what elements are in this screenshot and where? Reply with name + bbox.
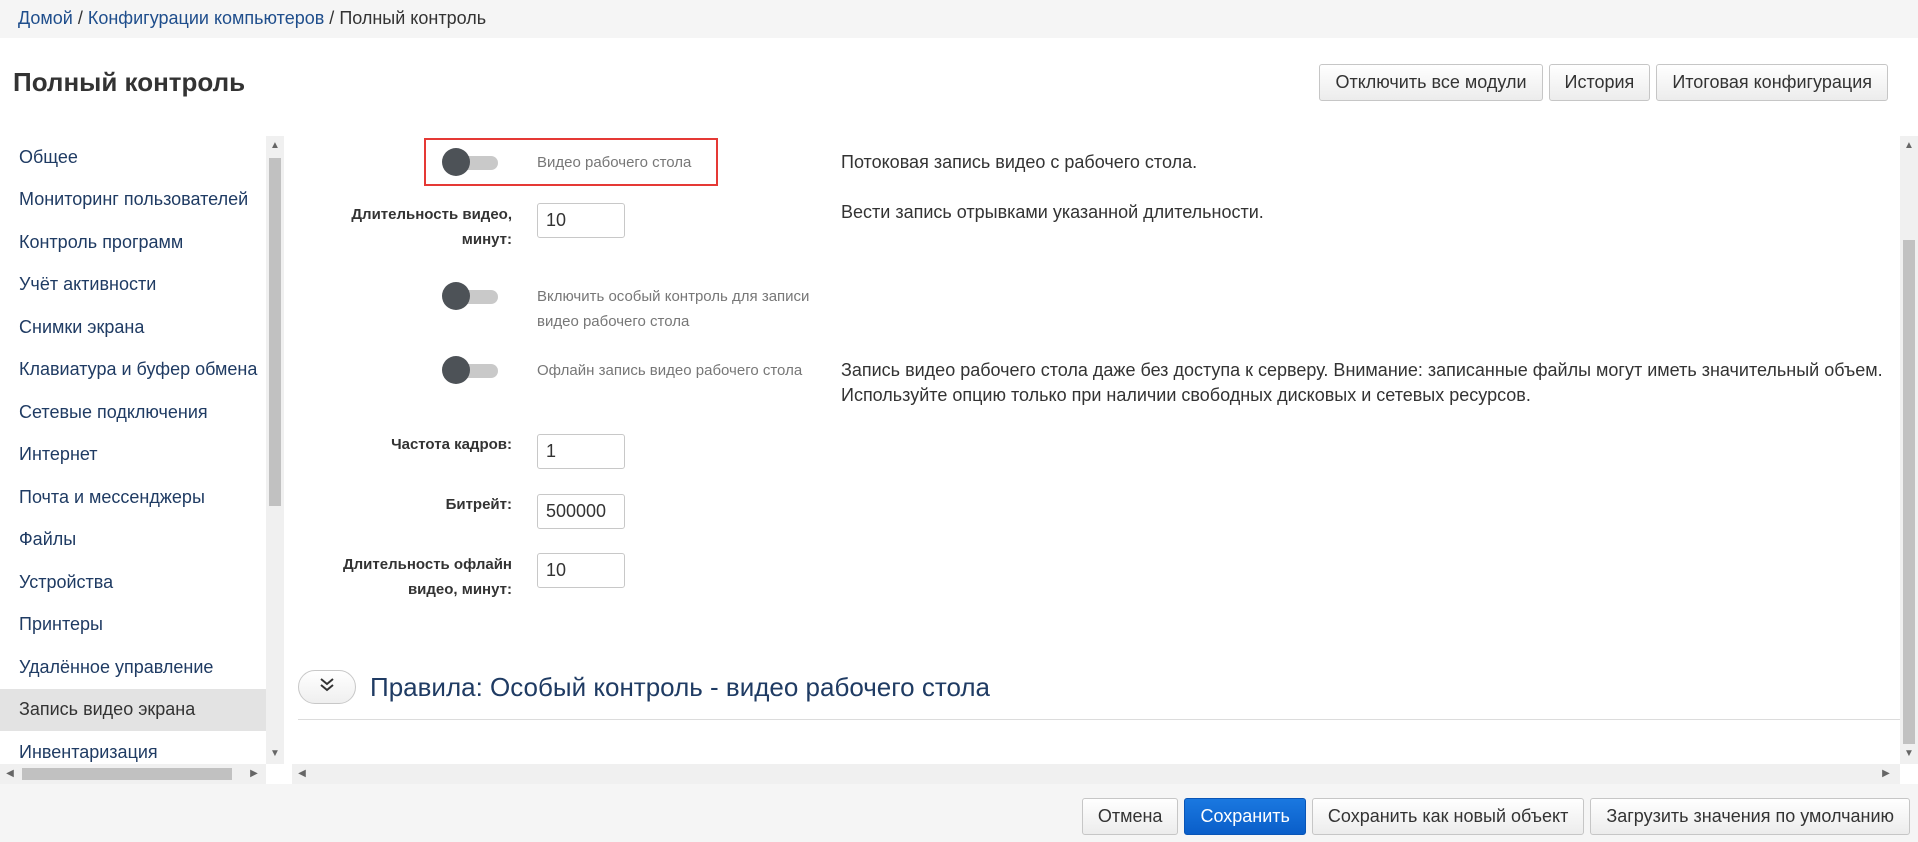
offline-recording-toggle[interactable] [442, 356, 498, 384]
scroll-up-arrow-icon[interactable]: ▲ [1903, 140, 1915, 152]
bitrate-label: Битрейт: [445, 496, 512, 513]
offline-duration-label-line2: видео, минут: [407, 581, 512, 598]
scroll-down-arrow-icon[interactable]: ▼ [269, 748, 281, 760]
breadcrumb: Домой / Конфигурации компьютеров / Полный ко… [18, 8, 486, 29]
rules-section-header: Правила: Особый контроль - видео рабочег… [298, 670, 1900, 720]
scroll-up-arrow-icon[interactable]: ▲ [269, 140, 281, 152]
scroll-down-arrow-icon[interactable]: ▼ [1903, 748, 1915, 760]
sidebar-item-screen-recording[interactable]: Запись видео экрана [0, 688, 266, 731]
breadcrumb-home-link[interactable]: Домой [18, 8, 73, 28]
offline-duration-label-line1: Длительность офлайн [342, 556, 512, 573]
history-button[interactable]: История [1548, 64, 1651, 101]
page-title: Полный контроль [13, 67, 246, 97]
special-control-label: Включить особый контроль для записи виде… [537, 284, 817, 334]
sidebar-item-screenshots[interactable]: Снимки экрана [0, 306, 266, 349]
rules-title: Правила: Особый контроль - видео рабочег… [370, 672, 990, 702]
offline-recording-label: Офлайн запись видео рабочего стола [537, 362, 803, 379]
sidebar-item-inventory[interactable]: Инвентаризация [0, 731, 266, 764]
sidebar-vertical-scrollbar[interactable]: ▲ ▼ [266, 136, 284, 764]
sidebar-item-general[interactable]: Общее [0, 136, 266, 179]
toggle-knob [442, 356, 470, 384]
save-button[interactable]: Сохранить [1184, 798, 1306, 835]
offline-duration-label: Длительность офлайн видео, минут: [292, 552, 512, 602]
settings-panel: Видео рабочего стола Потоковая запись ви… [292, 136, 1900, 764]
scroll-right-arrow-icon[interactable]: ▶ [1880, 768, 1892, 780]
sidebar-horizontal-scroll-thumb[interactable] [22, 768, 232, 780]
double-chevron-down-icon [319, 677, 335, 697]
disable-all-modules-button[interactable]: Отключить все модули [1319, 64, 1543, 101]
scroll-left-arrow-icon[interactable]: ◀ [296, 768, 308, 780]
breadcrumb-current: Полный контроль [339, 8, 487, 28]
sidebar: Общее Мониторинг пользователей Контроль … [0, 136, 284, 784]
sidebar-item-internet[interactable]: Интернет [0, 434, 266, 477]
bitrate-input[interactable] [537, 494, 625, 529]
sidebar-vertical-scroll-thumb[interactable] [269, 158, 281, 506]
offline-recording-description: Запись видео рабочего стола даже без дос… [841, 358, 1883, 408]
sidebar-item-network[interactable]: Сетевые подключения [0, 391, 266, 434]
content-horizontal-scrollbar[interactable]: ◀ ▶ [292, 764, 1900, 784]
sidebar-item-activity[interactable]: Учёт активности [0, 264, 266, 307]
frame-rate-label: Частота кадров: [391, 436, 512, 453]
sidebar-item-printers[interactable]: Принтеры [0, 604, 266, 647]
frame-rate-input[interactable] [537, 434, 625, 469]
sidebar-item-mail-messengers[interactable]: Почта и мессенджеры [0, 476, 266, 519]
breadcrumb-separator: / [329, 8, 335, 28]
toggle-knob [442, 148, 470, 176]
cancel-button[interactable]: Отмена [1081, 798, 1179, 835]
rules-expand-button[interactable] [298, 670, 356, 704]
video-duration-input[interactable] [537, 203, 625, 238]
special-control-label-line1: Включить особый контроль для записи [537, 288, 810, 305]
sidebar-horizontal-scrollbar[interactable]: ◀ ▶ [0, 764, 266, 784]
video-duration-label-line2: минут: [461, 231, 512, 248]
video-duration-label-line1: Длительность видео, [351, 206, 512, 223]
breadcrumb-configs-link[interactable]: Конфигурации компьютеров [88, 8, 324, 28]
content-vertical-scroll-thumb[interactable] [1903, 240, 1915, 744]
breadcrumb-separator: / [77, 8, 83, 28]
scroll-right-arrow-icon[interactable]: ▶ [248, 768, 260, 780]
desktop-video-toggle[interactable] [442, 148, 498, 176]
scroll-left-arrow-icon[interactable]: ◀ [4, 768, 16, 780]
offline-recording-description-line2: Используйте опцию только при наличии сво… [841, 385, 1531, 405]
desktop-video-label: Видео рабочего стола [537, 154, 692, 171]
sidebar-list: Общее Мониторинг пользователей Контроль … [0, 136, 266, 764]
toggle-knob [442, 282, 470, 310]
content-vertical-scrollbar[interactable]: ▲ ▼ [1900, 136, 1918, 764]
save-as-new-button[interactable]: Сохранить как новый объект [1311, 798, 1585, 835]
sidebar-item-user-monitoring[interactable]: Мониторинг пользователей [0, 179, 266, 222]
special-control-label-line2: видео рабочего стола [537, 313, 690, 330]
offline-duration-input[interactable] [537, 553, 625, 588]
footer-bar: Отмена Сохранить Сохранить как новый объ… [0, 784, 1918, 842]
sidebar-item-remote-control[interactable]: Удалённое управление [0, 646, 266, 689]
load-defaults-button[interactable]: Загрузить значения по умолчанию [1590, 798, 1910, 835]
sidebar-item-devices[interactable]: Устройства [0, 561, 266, 604]
sidebar-item-files[interactable]: Файлы [0, 519, 266, 562]
offline-recording-description-line1: Запись видео рабочего стола даже без дос… [841, 360, 1883, 380]
desktop-video-description: Потоковая запись видео с рабочего стола. [841, 152, 1198, 172]
special-control-toggle[interactable] [442, 282, 498, 310]
sidebar-item-keyboard-clipboard[interactable]: Клавиатура и буфер обмена [0, 349, 266, 392]
footer-actions: Отмена Сохранить Сохранить как новый объ… [1081, 798, 1910, 835]
header-actions: Отключить все модули История Итоговая ко… [1319, 64, 1888, 101]
final-config-button[interactable]: Итоговая конфигурация [1656, 64, 1888, 101]
breadcrumb-bar: Домой / Конфигурации компьютеров / Полный ко… [0, 0, 1918, 38]
sidebar-item-program-control[interactable]: Контроль программ [0, 221, 266, 264]
video-duration-description: Вести запись отрывками указанной длитель… [841, 202, 1264, 222]
video-duration-label: Длительность видео, минут: [292, 202, 512, 252]
